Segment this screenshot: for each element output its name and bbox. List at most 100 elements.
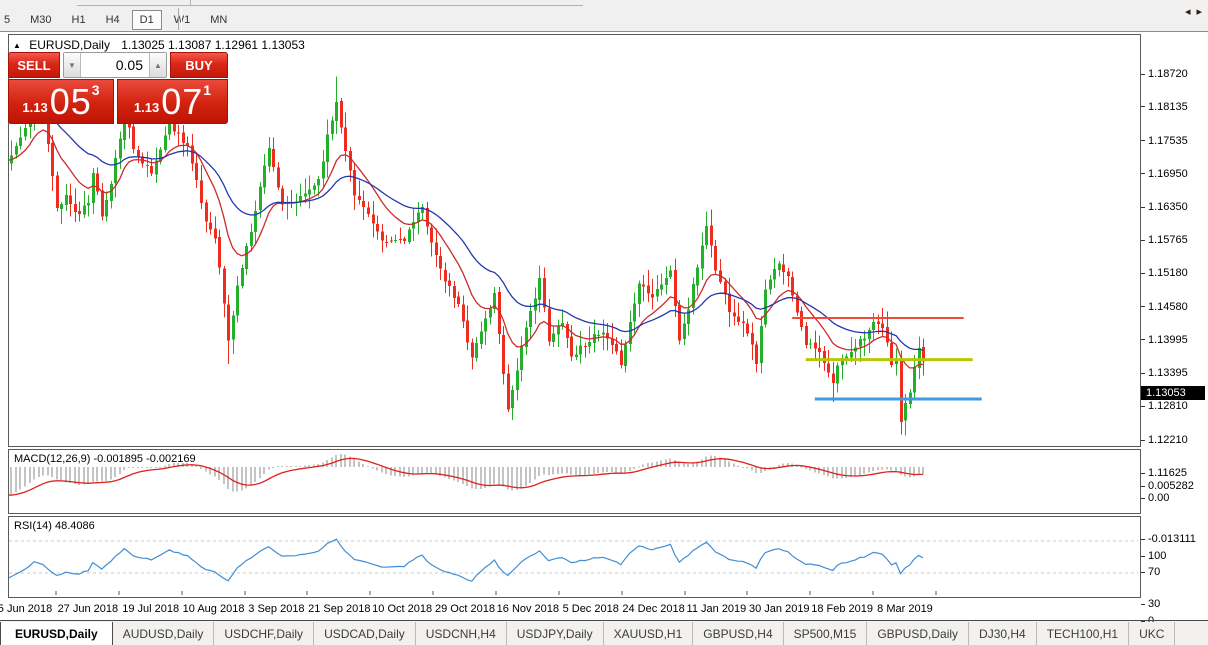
timeframe-H4[interactable]: H4 — [98, 10, 128, 30]
price-axis-label: 1.11625 — [1148, 467, 1187, 479]
tab-EURUSD-Daily[interactable]: EURUSD,Daily — [0, 622, 113, 645]
price-axis-label: 1.15180 — [1148, 267, 1188, 279]
price-axis-tick — [1141, 306, 1145, 307]
timeframe-MN[interactable]: MN — [202, 10, 235, 30]
rsi-axis-label: 30 — [1148, 598, 1160, 610]
tab-GBPUSD-Daily[interactable]: GBPUSD,Daily — [867, 622, 969, 645]
collapse-quote-icon[interactable]: ▲ — [13, 41, 21, 50]
macd-label: MACD(12,26,9) -0.001895 -0.002169 — [14, 453, 196, 465]
price-axis-tick — [1141, 440, 1145, 441]
date-axis-label: 16 Nov 2018 — [497, 603, 559, 615]
tab-USDCNH-H4[interactable]: USDCNH,H4 — [416, 622, 507, 645]
tab-scroll-buttons: ◂ ▸ — [1181, 0, 1206, 23]
price-axis-tick — [1141, 207, 1145, 208]
tab-SP500-M15[interactable]: SP500,M15 — [784, 622, 868, 645]
price-axis-tick — [1141, 406, 1145, 407]
candles — [9, 77, 925, 436]
volume-input[interactable] — [80, 53, 150, 77]
price-axis-tick — [1141, 240, 1145, 241]
macd-axis-label: 0.005282 — [1148, 480, 1194, 492]
tab-DJ30-H4[interactable]: DJ30,H4 — [969, 622, 1037, 645]
rsi-axis-tick — [1141, 556, 1145, 557]
chart-title: ▲ EURUSD,Daily 1.13025 1.13087 1.12961 1… — [13, 38, 305, 52]
tab-UKC[interactable]: UKC — [1129, 622, 1175, 645]
price-axis-label: 1.18135 — [1148, 101, 1188, 113]
date-axis-label: 18 Feb 2019 — [811, 603, 873, 615]
date-axis-label: 27 Jun 2018 — [58, 603, 119, 615]
tab-USDJPY-Daily[interactable]: USDJPY,Daily — [507, 622, 604, 645]
volume-stepper: ▼ ▲ — [63, 52, 167, 78]
buy-price-big: 07 — [161, 85, 203, 119]
tab-GBPUSD-H4[interactable]: GBPUSD,H4 — [693, 622, 783, 645]
date-axis-label: 24 Dec 2018 — [622, 603, 684, 615]
rsi-chart[interactable] — [9, 517, 1138, 595]
rsi-axis-label: 100 — [1148, 550, 1166, 562]
timeframe-H1[interactable]: H1 — [64, 10, 94, 30]
rsi-panel[interactable] — [8, 516, 1141, 598]
trading-platform-window: 5M30H1H4D1W1MN ▲ EURUSD,Daily 1.13025 1.… — [0, 0, 1208, 645]
ma-slow-line[interactable] — [9, 103, 923, 351]
price-axis-tick — [1141, 273, 1145, 274]
window-frame-line — [0, 620, 1208, 621]
macd-axis-label: 0.00 — [1148, 492, 1169, 504]
tab-USDCHF-Daily[interactable]: USDCHF,Daily — [214, 622, 314, 645]
date-axis-label: 30 Jan 2019 — [749, 603, 810, 615]
timeframe-5[interactable]: 5 — [0, 10, 18, 30]
rsi-axis-tick — [1141, 604, 1145, 605]
date-axis-label: 8 Mar 2019 — [877, 603, 933, 615]
rsi-axis-tick — [1141, 572, 1145, 573]
price-axis-label: 1.15765 — [1148, 234, 1188, 246]
price-axis-tick — [1141, 173, 1145, 174]
tab-XAUUSD-H1[interactable]: XAUUSD,H1 — [604, 622, 694, 645]
rsi-line — [9, 539, 923, 581]
toolbar-divider — [77, 5, 583, 6]
price-axis-label: 1.16950 — [1148, 168, 1188, 180]
toolbar-separator — [178, 8, 182, 30]
macd-axis-label: -0.013111 — [1148, 533, 1196, 545]
chart-ohlc-values: 1.13025 1.13087 1.12961 1.13053 — [121, 38, 305, 52]
tab-TECH100-H1[interactable]: TECH100,H1 — [1037, 622, 1129, 645]
buy-button[interactable]: BUY — [170, 52, 228, 78]
price-axis-label: 1.13995 — [1148, 334, 1188, 346]
timeframe-toolbar: 5M30H1H4D1W1MN — [0, 8, 237, 31]
price-axis-label: 1.12210 — [1148, 434, 1188, 446]
date-axis-label: 5 Dec 2018 — [563, 603, 619, 615]
buy-price-pip: 1 — [203, 82, 211, 98]
volume-increase-icon[interactable]: ▲ — [150, 53, 166, 77]
chart-window: ▲ EURUSD,Daily 1.13025 1.13087 1.12961 1… — [0, 31, 1208, 621]
price-axis-label: 1.13395 — [1148, 367, 1188, 379]
date-axis-label: 10 Oct 2018 — [372, 603, 432, 615]
buy-price-prefix: 1.13 — [134, 100, 159, 115]
sell-button[interactable]: SELL — [8, 52, 60, 78]
price-axis-label: 1.14580 — [1148, 301, 1188, 313]
price-axis-label: 1.18720 — [1148, 68, 1188, 80]
price-axis-label: 1.17535 — [1148, 135, 1188, 147]
tab-AUDUSD-Daily[interactable]: AUDUSD,Daily — [113, 622, 215, 645]
rsi-label: RSI(14) 48.4086 — [14, 520, 95, 532]
chart-tab-bar: EURUSD,DailyAUDUSD,DailyUSDCHF,DailyUSDC… — [0, 622, 1208, 645]
timeframe-D1[interactable]: D1 — [132, 10, 162, 30]
current-price-tag: 1.13053 — [1141, 386, 1205, 400]
rsi-axis-label: 70 — [1148, 566, 1160, 578]
date-axis-label: 29 Oct 2018 — [435, 603, 495, 615]
date-axis-label: 10 Aug 2018 — [183, 603, 245, 615]
tabs-scroll-left-icon[interactable]: ◂ — [1185, 5, 1191, 18]
sell-price-button[interactable]: 1.13 05 3 — [8, 79, 114, 124]
volume-decrease-icon[interactable]: ▼ — [64, 53, 80, 77]
price-axis-tick — [1141, 373, 1145, 374]
toolbar-divider-vertical — [190, 0, 191, 6]
date-tick-marks — [56, 591, 936, 595]
tab-USDCAD-Daily[interactable]: USDCAD,Daily — [314, 622, 416, 645]
price-axis-tick — [1141, 339, 1145, 340]
sell-price-pip: 3 — [92, 82, 100, 98]
timeframe-M30[interactable]: M30 — [22, 10, 59, 30]
date-axis-label: 5 Jun 2018 — [0, 603, 52, 615]
date-axis-label: 3 Sep 2018 — [248, 603, 304, 615]
buy-price-button[interactable]: 1.13 07 1 — [117, 79, 228, 124]
price-axis-label: 1.16350 — [1148, 201, 1188, 213]
price-axis-tick — [1141, 473, 1145, 474]
macd-axis-tick — [1141, 539, 1145, 540]
price-axis-tick — [1141, 140, 1145, 141]
macd-axis-tick — [1141, 486, 1145, 487]
tabs-scroll-right-icon[interactable]: ▸ — [1196, 5, 1202, 18]
